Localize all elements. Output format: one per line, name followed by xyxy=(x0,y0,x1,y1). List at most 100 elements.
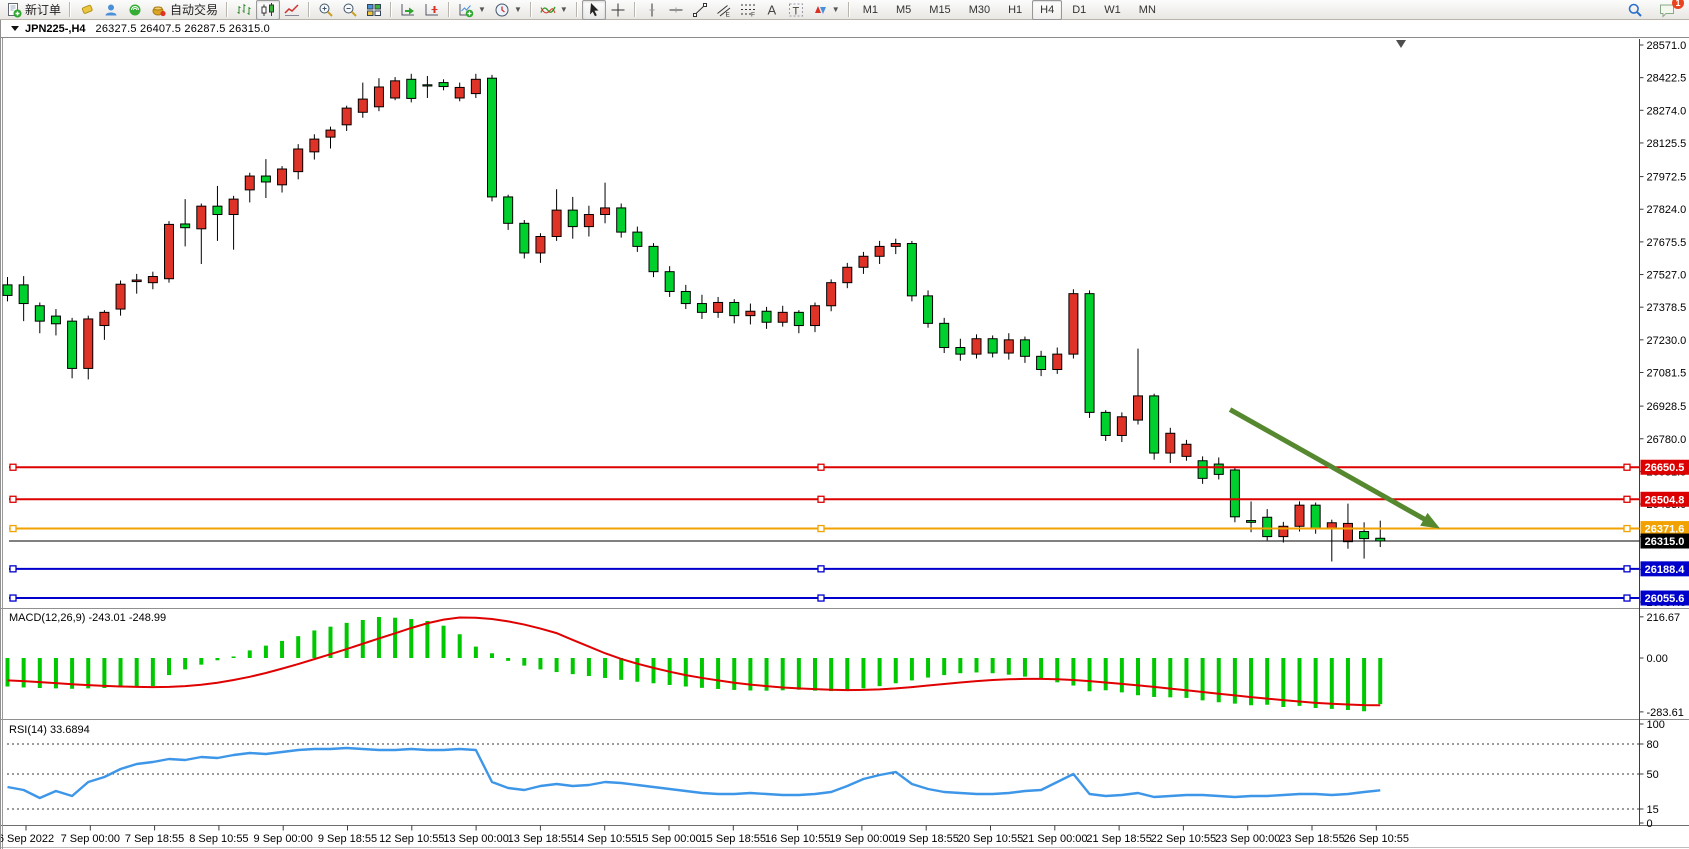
dropdown-arrow-icon[interactable]: ▼ xyxy=(560,5,568,14)
mql-wizard-button[interactable] xyxy=(75,0,99,20)
chart-window: JPN225-,H4 26327.5 26407.5 26287.5 26315… xyxy=(0,20,1689,849)
tile-icon xyxy=(366,2,382,18)
chart-plot: 28571.028422.528274.028125.527972.527824… xyxy=(1,38,1689,849)
rsi-indicator-label: RSI(14) 33.6894 xyxy=(9,724,90,736)
signals-icon xyxy=(127,2,143,18)
price-tick-label: 26780.0 xyxy=(1647,434,1687,446)
zoom-in-button[interactable] xyxy=(314,0,338,20)
time-tick-label: 7 Sep 18:55 xyxy=(125,833,184,845)
auto-scroll-button[interactable] xyxy=(396,0,420,20)
price-tick-label: 27081.5 xyxy=(1647,367,1687,379)
zoom-out-button[interactable] xyxy=(338,0,362,20)
line-handle[interactable] xyxy=(10,496,16,502)
time-tick-label: 9 Sep 18:55 xyxy=(318,833,377,845)
vline-icon xyxy=(644,2,660,18)
line-price-label: 26504.8 xyxy=(1645,494,1685,506)
line-handle[interactable] xyxy=(818,526,824,532)
shapes-icon xyxy=(812,2,828,18)
arrows-button[interactable]: ▼ xyxy=(808,0,844,20)
price-tick-label: 28125.5 xyxy=(1647,138,1687,150)
rsi-tick-label: 15 xyxy=(1647,804,1659,816)
signals-button[interactable] xyxy=(123,0,147,20)
time-tick-label: 9 Sep 00:00 xyxy=(254,833,313,845)
line-chart-button[interactable] xyxy=(280,0,304,20)
line-handle[interactable] xyxy=(1624,464,1630,470)
cursor-button[interactable] xyxy=(582,0,606,20)
line-price-label: 26315.0 xyxy=(1645,536,1685,548)
tile-windows-button[interactable] xyxy=(362,0,386,20)
time-tick-label: 26 Sep 10:55 xyxy=(1344,833,1409,845)
crosshair-button[interactable] xyxy=(606,0,630,20)
time-tick-label: 12 Sep 10:55 xyxy=(379,833,444,845)
dropdown-arrow-icon[interactable]: ▼ xyxy=(832,5,840,14)
line-handle[interactable] xyxy=(10,566,16,572)
autotrading-icon xyxy=(151,2,167,18)
equidistant-channel-button[interactable]: E xyxy=(712,0,736,20)
line-handle[interactable] xyxy=(1624,526,1630,532)
bars-icon xyxy=(236,2,252,18)
community-button[interactable] xyxy=(99,0,123,20)
rsi-tick-label: 0 xyxy=(1647,818,1653,830)
timeframe-h4-button[interactable]: H4 xyxy=(1032,0,1062,20)
clock-icon xyxy=(494,2,510,18)
toolbar-separator xyxy=(448,2,450,17)
timeframe-w1-button[interactable]: W1 xyxy=(1096,0,1129,20)
periods-button[interactable]: ▼ xyxy=(490,0,526,20)
fib-icon: F xyxy=(740,2,756,18)
indicators-button[interactable]: ▼ xyxy=(536,0,572,20)
line-handle[interactable] xyxy=(1624,595,1630,601)
autotrading-button[interactable]: 自动交易 xyxy=(147,0,222,20)
rsi-tick-label: 80 xyxy=(1647,739,1659,751)
chart-titlebar: JPN225-,H4 26327.5 26407.5 26287.5 26315… xyxy=(1,20,1689,38)
line-handle[interactable] xyxy=(818,595,824,601)
line-handle[interactable] xyxy=(818,496,824,502)
dropdown-arrow-icon[interactable]: ▼ xyxy=(514,5,522,14)
search-button[interactable] xyxy=(1623,0,1647,20)
text-icon: A xyxy=(764,2,780,18)
candlestick-chart-button[interactable] xyxy=(256,0,280,20)
timeframe-h1-button[interactable]: H1 xyxy=(1000,0,1030,20)
time-tick-label: 21 Sep 00:00 xyxy=(1022,833,1087,845)
horizontal-line-button[interactable] xyxy=(664,0,688,20)
chart-menu-arrow-icon[interactable] xyxy=(11,26,19,31)
line-handle[interactable] xyxy=(818,464,824,470)
autoscroll-icon xyxy=(400,2,416,18)
cursor-icon xyxy=(586,2,602,18)
chart-shift-button[interactable] xyxy=(420,0,444,20)
new-order-icon xyxy=(6,2,22,18)
label-button[interactable]: T xyxy=(784,0,808,20)
fibonacci-button[interactable]: F xyxy=(736,0,760,20)
trendline-button[interactable] xyxy=(688,0,712,20)
toolbar-separator xyxy=(390,2,392,17)
timeframe-m15-button[interactable]: M15 xyxy=(921,0,958,20)
candles-icon xyxy=(260,2,276,18)
notification-badge: 1 xyxy=(1672,0,1684,9)
new-chart-button[interactable]: ▼ xyxy=(454,0,490,20)
line-handle[interactable] xyxy=(818,566,824,572)
line-handle[interactable] xyxy=(10,464,16,470)
price-tick-label: 27230.0 xyxy=(1647,335,1687,347)
new-order-button[interactable]: 新订单 xyxy=(2,0,65,20)
timeframe-m1-button[interactable]: M1 xyxy=(855,0,886,20)
timeframe-m5-button[interactable]: M5 xyxy=(888,0,919,20)
timeframe-mn-button[interactable]: MN xyxy=(1131,0,1164,20)
time-tick-label: 21 Sep 18:55 xyxy=(1086,833,1151,845)
line-handle[interactable] xyxy=(10,595,16,601)
dropdown-arrow-icon[interactable]: ▼ xyxy=(478,5,486,14)
text-button[interactable]: A xyxy=(760,0,784,20)
chat-button[interactable]: 1 xyxy=(1655,0,1679,20)
timeframe-d1-button[interactable]: D1 xyxy=(1064,0,1094,20)
vertical-line-button[interactable] xyxy=(640,0,664,20)
line-handle[interactable] xyxy=(10,526,16,532)
svg-text:T: T xyxy=(792,5,799,17)
time-tick-label: 15 Sep 00:00 xyxy=(636,833,701,845)
trend-icon xyxy=(692,2,708,18)
timeframe-m30-button[interactable]: M30 xyxy=(961,0,998,20)
bar-chart-button[interactable] xyxy=(232,0,256,20)
hline-icon xyxy=(668,2,684,18)
line-handle[interactable] xyxy=(1624,566,1630,572)
toolbar-separator xyxy=(308,2,310,17)
line-handle[interactable] xyxy=(1624,496,1630,502)
price-tick-label: 28422.5 xyxy=(1647,73,1687,85)
shift-icon xyxy=(424,2,440,18)
